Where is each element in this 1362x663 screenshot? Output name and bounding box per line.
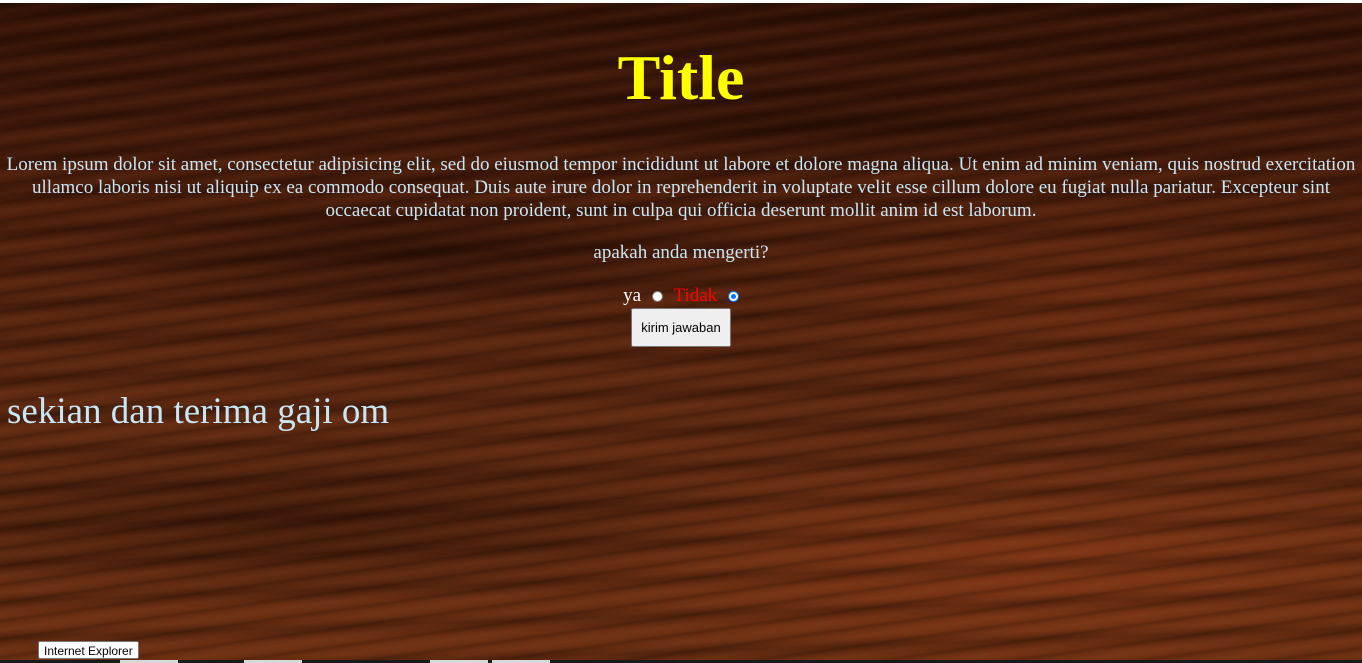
answer-options: ya Tidak (0, 285, 1362, 307)
page-title: Title (617, 42, 745, 113)
lorem-paragraph: Lorem ipsum dolor sit amet, consectetur … (6, 154, 1356, 221)
option-yes-label[interactable]: ya (623, 285, 641, 306)
option-yes-radio[interactable] (651, 291, 663, 302)
option-no-label[interactable]: Tidak (674, 285, 718, 306)
tooltip: Internet Explorer (38, 641, 139, 659)
question-text: apakah anda mengerti? (593, 242, 769, 263)
submit-answer-button[interactable]: kirim jawaban (631, 308, 731, 347)
top-edge (0, 0, 1362, 3)
option-no-radio[interactable] (727, 291, 739, 302)
closing-text: sekian dan terima gaji om (7, 391, 390, 432)
page-body: { "page": { "title": "Title", "paragraph… (0, 0, 1362, 663)
